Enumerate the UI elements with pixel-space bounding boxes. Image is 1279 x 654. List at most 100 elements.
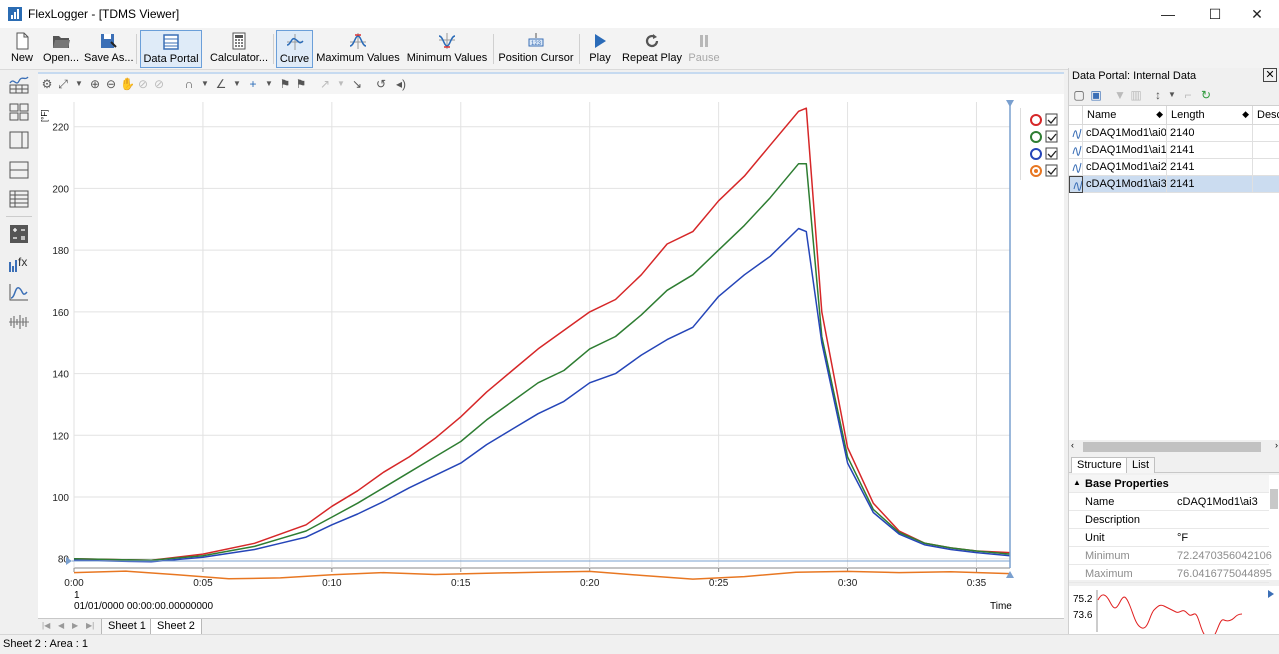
property-row[interactable]: Description (1069, 511, 1269, 529)
maximize-button[interactable]: ☐ (1192, 0, 1238, 28)
table-row[interactable]: cDAQ1Mod1\ai0 2140 (1069, 125, 1279, 142)
legend-item[interactable] (1028, 146, 1066, 162)
tab-structure[interactable]: Structure (1071, 457, 1128, 473)
zoom-out-icon[interactable]: ⊖ (104, 77, 118, 91)
minimize-button[interactable]: — (1145, 0, 1191, 28)
property-row[interactable]: Name cDAQ1Mod1\ai3 (1069, 493, 1269, 511)
settings-gear-icon[interactable]: ⚙ (40, 77, 54, 91)
column-header-name[interactable]: Name ◆ (1083, 106, 1167, 125)
table-row[interactable]: cDAQ1Mod1\ai2 2141 (1069, 159, 1279, 176)
column-header-length[interactable]: Length ◆ (1167, 106, 1253, 125)
column-header-description[interactable]: Desc (1253, 106, 1279, 125)
calculator-button[interactable]: Calculator... (208, 30, 270, 68)
first-sheet-icon[interactable]: |◀ (42, 621, 50, 630)
data-portal-button[interactable]: Data Portal (140, 30, 202, 68)
horizontal-scrollbar[interactable]: ‹ › (1069, 440, 1279, 454)
new-file-icon (13, 32, 31, 50)
title-bar: FlexLogger - [TDMS Viewer] — ☐ ✕ (0, 0, 1279, 28)
image-file-icon[interactable]: ▣ (1089, 88, 1103, 102)
flag-range-icon[interactable]: ⚑ (294, 77, 308, 91)
tab-sheet-2[interactable]: Sheet 2 (150, 619, 202, 635)
chart-area[interactable]: 80 100 120 140 160 180 200 220 0:00 0:05 0:10 0:15… (38, 94, 1064, 618)
audio-icon[interactable]: ◂) (394, 77, 408, 91)
scroll-left-icon[interactable]: ‹ (1071, 440, 1074, 450)
close-button[interactable]: ✕ (1234, 0, 1279, 28)
table-row-selected[interactable]: cDAQ1Mod1\ai3 2141 (1069, 176, 1279, 193)
waveform-icon (1069, 159, 1083, 176)
curve-button[interactable]: Curve (276, 30, 313, 68)
refresh-icon[interactable]: ↻ (1199, 88, 1213, 102)
pause-button[interactable]: Pause (688, 30, 720, 68)
zoom-fit-icon[interactable]: ⤢ (56, 77, 70, 91)
peak-icon[interactable]: ↘ (350, 77, 364, 91)
chart-layout-icon[interactable] (8, 74, 30, 94)
curve-select-icon[interactable]: ↺ (374, 77, 388, 91)
calculator-panel-icon[interactable] (8, 224, 30, 244)
panel-close-button[interactable]: ✕ (1263, 68, 1277, 82)
mini-y-tick: 75.2 (1073, 594, 1093, 605)
data-portal-panel: Data Portal: Internal Data ✕ ▢ ▣ ▼ ▥ ↕ ▼… (1068, 68, 1279, 641)
formula-icon[interactable]: fx (8, 254, 30, 274)
tab-sheet-1[interactable]: Sheet 1 (101, 619, 153, 635)
zoom-in-icon[interactable]: ⊕ (88, 77, 102, 91)
waveform-icon[interactable] (8, 312, 30, 332)
signal-curve-icon[interactable] (8, 282, 30, 302)
baseline-handle-icon[interactable] (66, 557, 72, 565)
scroll-right-icon[interactable]: › (1275, 440, 1278, 450)
y-tick-label: 160 (52, 308, 69, 319)
sort-dropdown-icon[interactable]: ▼ (1165, 88, 1179, 102)
scrollbar-thumb[interactable] (1083, 442, 1261, 452)
cursor-top-handle-icon[interactable] (1006, 100, 1014, 107)
series-line-1 (73, 162, 1011, 562)
position-cursor-button[interactable]: 123 Position Cursor (498, 30, 574, 68)
mini-cursor-icon[interactable] (1268, 590, 1274, 598)
minimum-values-button[interactable]: Minimum Values (406, 30, 488, 68)
property-row[interactable]: Unit °F (1069, 529, 1269, 547)
curve-style-dropdown-icon[interactable]: ▼ (198, 77, 212, 91)
prev-sheet-icon[interactable]: ◀ (58, 621, 64, 630)
zoom-reset-icon: ⊘ (153, 77, 165, 91)
open-button[interactable]: Open... (42, 30, 80, 68)
chart-series (73, 107, 1011, 580)
x-tick-label: 0:00 (64, 578, 84, 589)
play-button[interactable]: Play (586, 30, 614, 68)
grid-layout-icon[interactable] (8, 102, 30, 122)
legend-item[interactable] (1028, 112, 1066, 128)
crosshair-dropdown-icon[interactable]: ▼ (262, 77, 276, 91)
peak-dropdown-icon: ▼ (337, 79, 345, 88)
list-layout-icon[interactable] (8, 189, 30, 209)
split-horizontal-icon[interactable] (8, 160, 30, 180)
legend-item[interactable] (1028, 129, 1066, 145)
flexlogger-logo-icon (8, 7, 22, 21)
next-sheet-icon[interactable]: ▶ (72, 621, 78, 630)
cursor-bottom-handle-icon[interactable] (1006, 571, 1014, 578)
property-row: Minimum 72.2470356042106 (1069, 547, 1272, 565)
flag-icon[interactable]: ⚑ (278, 77, 292, 91)
pan-hand-icon[interactable]: ✋ (120, 77, 135, 91)
split-vertical-icon[interactable] (8, 130, 30, 150)
axis-icon[interactable]: ∠ (214, 77, 228, 91)
new-button[interactable]: New (6, 30, 38, 68)
channel-table: Name◆ Length◆ Desc cDAQ1Mod1\ai0 2140 cD… (1069, 105, 1279, 440)
maximum-values-button[interactable]: Maximum Values (316, 30, 400, 68)
save-as-label: Save As... (84, 52, 134, 64)
tab-list[interactable]: List (1126, 457, 1156, 473)
last-sheet-icon[interactable]: ▶| (86, 621, 94, 630)
collapse-triangle-icon[interactable]: ▲ (1073, 478, 1081, 487)
properties-scrollbar[interactable] (1270, 489, 1278, 509)
line-chart[interactable]: 80100120140160180200220 0:00 0:05 0:10 0:15… (38, 94, 1064, 618)
repeat-play-button[interactable]: Repeat Play (622, 30, 682, 68)
curve-style-icon[interactable]: ∩ (182, 77, 196, 91)
sort-icon[interactable]: ↕ (1151, 88, 1165, 102)
mini-preview-chart: 75.2 73.6 (1069, 586, 1279, 641)
series-color-icon (1030, 131, 1042, 143)
table-row[interactable]: cDAQ1Mod1\ai1 2141 (1069, 142, 1279, 159)
save-as-button[interactable]: Save As... (84, 30, 134, 68)
properties-group-header[interactable]: ▲ Base Properties (1069, 475, 1269, 493)
axis-dropdown-icon[interactable]: ▼ (230, 77, 244, 91)
legend-item[interactable] (1028, 163, 1066, 179)
dropdown-arrow-icon[interactable]: ▼ (72, 77, 86, 91)
channel-length: 2141 (1167, 159, 1253, 176)
crosshair-icon[interactable]: + (246, 77, 260, 91)
new-file-icon[interactable]: ▢ (1072, 88, 1086, 102)
